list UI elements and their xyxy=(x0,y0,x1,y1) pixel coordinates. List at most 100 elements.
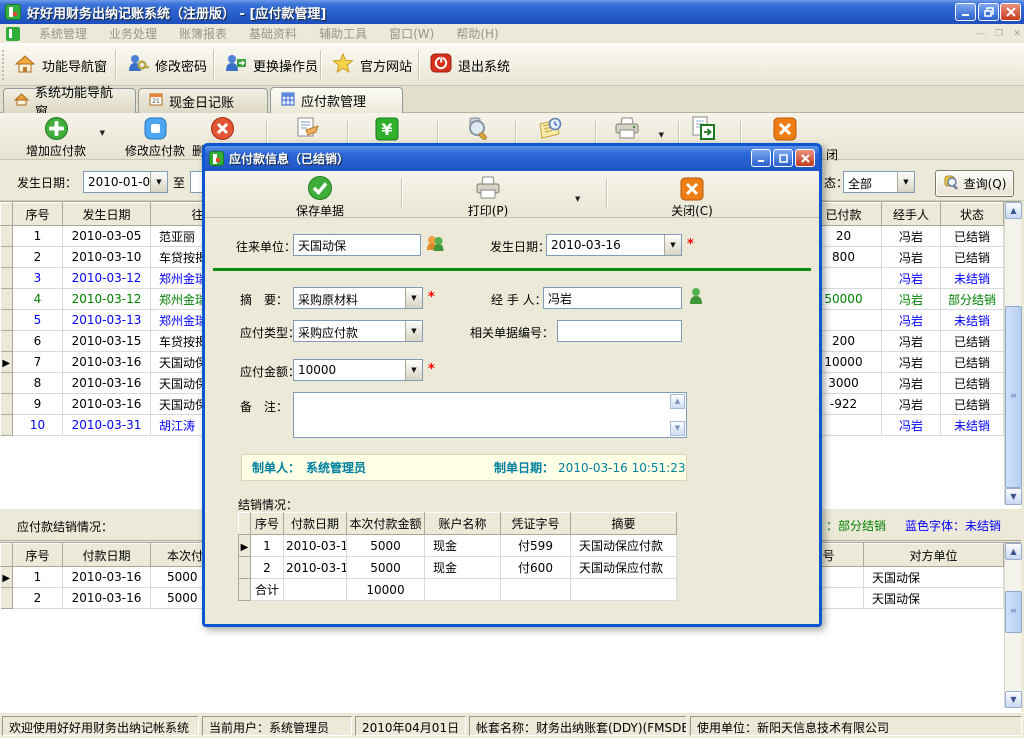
scroll-up-icon[interactable]: ▲ xyxy=(1005,543,1022,560)
settlement-vertical-scrollbar[interactable]: ▲ ≡ ▼ xyxy=(1004,543,1021,708)
status-welcome: 欢迎使用好好用财务出纳记帐系统 xyxy=(2,716,199,736)
handler-input[interactable] xyxy=(543,287,682,309)
save-doc-button[interactable]: 保存单据 xyxy=(265,175,375,219)
restore-button[interactable] xyxy=(978,3,999,21)
table-icon xyxy=(281,92,295,110)
menu-item-tools[interactable]: 辅助工具 xyxy=(308,25,378,42)
tab-cash-journal[interactable]: 21 现金日记账 xyxy=(138,88,268,113)
menu-item-basedata[interactable]: 基础资料 xyxy=(238,25,308,42)
change-password-button[interactable]: 修改密码 xyxy=(121,48,213,82)
dialog-print-button[interactable]: 打印(P) xyxy=(433,175,543,219)
grid-vertical-scrollbar[interactable]: ▲ ≡ ▼ xyxy=(1004,202,1021,505)
add-payable-label: 增加应付款 xyxy=(26,142,86,159)
minimize-button[interactable] xyxy=(955,3,976,21)
print-dropdown-arrow-icon[interactable]: ▼ xyxy=(659,131,664,139)
dialog-title-bar: 应付款信息（已结销） xyxy=(205,146,819,171)
scroll-down-icon[interactable]: ▼ xyxy=(670,421,685,436)
ref-number-input[interactable] xyxy=(557,320,682,342)
total-label: 合计 xyxy=(251,579,284,601)
note-textarea[interactable]: ▲ ▼ xyxy=(293,392,687,438)
menu-item-window[interactable]: 窗口(W) xyxy=(378,25,445,42)
payable-type-combobox[interactable]: 采购应付款▼ xyxy=(293,320,423,342)
col-account[interactable]: 账户名称 xyxy=(425,513,501,535)
menu-item-books[interactable]: 账簿报表 xyxy=(168,25,238,42)
col-status[interactable]: 状态 xyxy=(941,203,1004,226)
switch-operator-button[interactable]: 更换操作员 xyxy=(219,48,324,82)
mdi-restore-icon[interactable]: ❐ xyxy=(992,28,1006,41)
scroll-down-icon[interactable]: ▼ xyxy=(1005,488,1022,505)
scroll-up-icon[interactable]: ▲ xyxy=(1005,202,1022,219)
mdi-child-icon xyxy=(6,27,20,41)
print-dropdown-arrow-icon[interactable]: ▼ xyxy=(575,195,580,203)
nav-window-label: 功能导航窗 xyxy=(42,56,107,75)
table-row[interactable]: 合计10000 xyxy=(239,579,677,601)
mdi-window-buttons[interactable]: — ❐ ✕ xyxy=(970,28,1024,41)
scroll-thumb[interactable]: ≡ xyxy=(1005,591,1022,633)
table-row[interactable]: ▶12010-03-165000现金付599天国动保应付款 xyxy=(239,535,677,557)
combo-arrow-icon[interactable]: ▼ xyxy=(405,321,422,341)
modify-payable-label: 修改应付款 xyxy=(125,142,185,159)
col-pay-date[interactable]: 付款日期 xyxy=(63,544,151,567)
ref-number-label: 相关单据编号： xyxy=(470,324,554,341)
col-voucher[interactable]: 凭证字号 xyxy=(501,513,571,535)
date-from-value: 2010-01-01 xyxy=(84,172,150,192)
nav-window-button[interactable]: 功能导航窗 xyxy=(8,48,113,82)
col-seq[interactable]: 序号 xyxy=(13,544,63,567)
close-button[interactable] xyxy=(1000,3,1021,21)
dialog-close-doc-button[interactable]: 关闭(C) xyxy=(637,175,747,219)
tab-system-nav[interactable]: 系统功能导航窗 xyxy=(3,88,136,113)
add-payable-button[interactable]: 增加应付款 ▼ xyxy=(6,115,106,159)
combo-arrow-icon[interactable]: ▼ xyxy=(664,235,681,255)
dialog-print-label: 打印(P) xyxy=(468,202,509,219)
scroll-up-icon[interactable]: ▲ xyxy=(670,394,685,409)
col-handler[interactable]: 经手人 xyxy=(882,203,941,226)
menu-item-help[interactable]: 帮助(H) xyxy=(445,25,509,42)
status-company: 使用单位：新阳天信息技术有限公司 xyxy=(690,716,1022,736)
summary-combobox[interactable]: 采购原材料▼ xyxy=(293,287,423,309)
mdi-minimize-icon[interactable]: — xyxy=(974,28,988,41)
combo-arrow-icon[interactable]: ▼ xyxy=(405,360,422,380)
col-pay-date[interactable]: 付款日期 xyxy=(284,513,347,535)
menu-item-business[interactable]: 业务处理 xyxy=(98,25,168,42)
handler-picker-icon[interactable] xyxy=(688,287,704,309)
col-counterparty[interactable]: 对方单位 xyxy=(864,544,1004,567)
status-filter-combobox[interactable]: 全部▼ xyxy=(843,171,915,193)
website-button[interactable]: 官方网站 xyxy=(326,48,418,82)
maker-info-bar: 制单人： 系统管理员 制单日期： 2010-03-16 10:51:23 xyxy=(241,454,687,481)
amount-label: 应付金额： xyxy=(240,363,300,380)
amount-combobox[interactable]: 10000▼ xyxy=(293,359,423,381)
combo-arrow-icon[interactable]: ▼ xyxy=(897,172,914,192)
col-seq[interactable]: 序号 xyxy=(13,203,63,226)
dialog-minimize-button[interactable] xyxy=(751,149,771,167)
mdi-close-icon[interactable]: ✕ xyxy=(1010,28,1024,41)
combo-arrow-icon[interactable]: ▼ xyxy=(150,172,167,192)
current-row-indicator: ▶ xyxy=(2,573,10,584)
add-dropdown-arrow-icon[interactable]: ▼ xyxy=(100,129,105,137)
website-label: 官方网站 xyxy=(360,56,412,75)
menu-item-system[interactable]: 系统管理 xyxy=(28,25,98,42)
status-filter-label-fragment: 态： xyxy=(824,174,848,191)
dialog-maximize-button[interactable] xyxy=(773,149,793,167)
plus-circle-icon xyxy=(44,115,69,141)
switch-operator-label: 更换操作员 xyxy=(253,56,318,75)
date-from-combobox[interactable]: 2010-01-01▼ xyxy=(83,171,168,193)
query-button[interactable]: 查询(Q) xyxy=(935,170,1014,197)
settle-detail-table[interactable]: 序号 付款日期 本次付款金额 账户名称 凭证字号 摘要 ▶12010-03-16… xyxy=(238,512,677,601)
dialog-close-button[interactable] xyxy=(795,149,815,167)
scroll-down-icon[interactable]: ▼ xyxy=(1005,691,1022,708)
title-bar: 好好用财务出纳记账系统（注册版） - [应付款管理] xyxy=(0,0,1024,24)
table-row[interactable]: 22010-03-165000现金付600天国动保应付款 xyxy=(239,557,677,579)
col-seq[interactable]: 序号 xyxy=(251,513,284,535)
toolbar-separator xyxy=(115,50,117,80)
tab-payables[interactable]: 应付款管理 xyxy=(270,87,403,113)
col-pay-amount[interactable]: 本次付款金额 xyxy=(347,513,425,535)
summary-value: 采购原材料 xyxy=(294,288,405,308)
exit-button[interactable]: 退出系统 xyxy=(424,48,516,82)
occur-date-combobox[interactable]: 2010-03-16▼ xyxy=(546,234,682,256)
partner-input[interactable] xyxy=(293,234,421,256)
scroll-thumb[interactable]: ≡ xyxy=(1005,306,1022,488)
col-memo[interactable]: 摘要 xyxy=(571,513,677,535)
partner-picker-icon[interactable] xyxy=(426,234,444,256)
combo-arrow-icon[interactable]: ▼ xyxy=(405,288,422,308)
col-date[interactable]: 发生日期 xyxy=(63,203,151,226)
